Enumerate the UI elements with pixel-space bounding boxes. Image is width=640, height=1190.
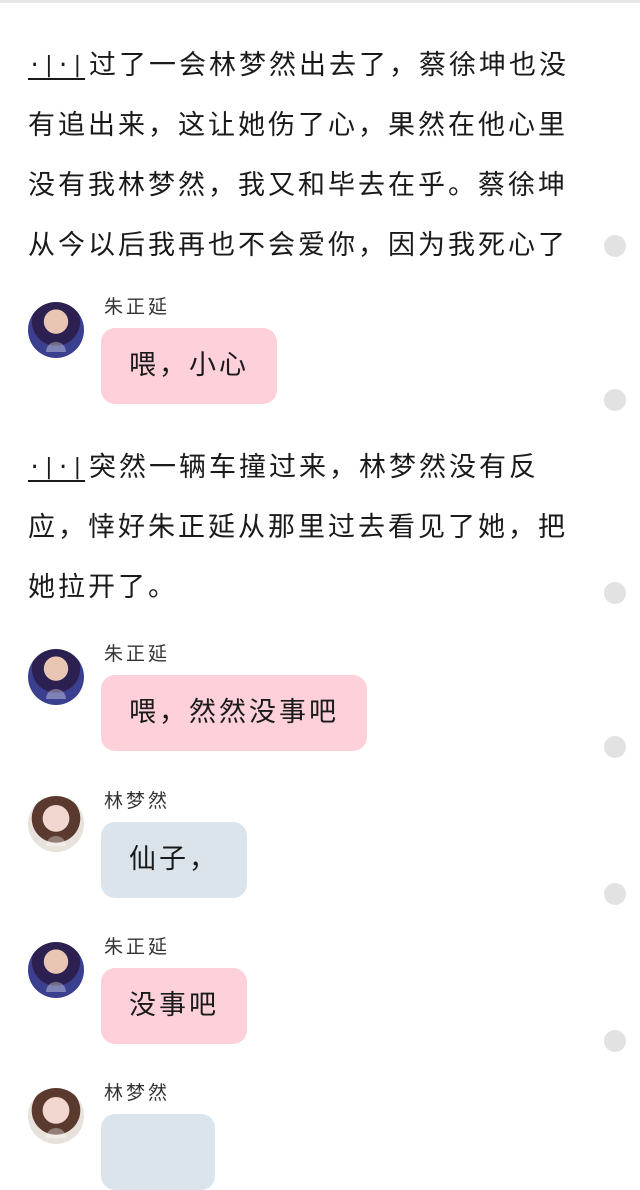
scroll-dot	[604, 736, 626, 758]
narration-paragraph: ·|·| 突然一辆车撞过来，林梦然没有反应，悻好朱正延从那里过去看见了她，把她拉开…	[28, 438, 578, 618]
top-divider	[0, 0, 640, 3]
zhu-avatar[interactable]	[28, 302, 84, 358]
narration-paragraph: ·|·| 过了一会林梦然出去了，蔡徐坤也没有追出来，这让她伤了心，果然在他心里没有…	[28, 36, 578, 276]
message-bubble[interactable]	[101, 1114, 215, 1190]
scene-marker: ·|·|	[28, 455, 85, 482]
lin-avatar[interactable]	[28, 796, 84, 852]
scroll-dot	[604, 1030, 626, 1052]
scene-marker: ·|·|	[28, 53, 85, 80]
message-bubble[interactable]: 没事吧	[101, 968, 247, 1044]
sender-name: 林梦然	[104, 790, 171, 812]
sender-name: 林梦然	[104, 1082, 171, 1104]
scroll-dot	[604, 235, 626, 257]
zhu-avatar[interactable]	[28, 649, 84, 705]
scroll-dot	[604, 389, 626, 411]
zhu-avatar[interactable]	[28, 942, 84, 998]
message-bubble[interactable]: 仙子，	[101, 822, 247, 898]
lin-avatar[interactable]	[28, 1088, 84, 1144]
sender-name: 朱正延	[104, 296, 171, 318]
message-bubble[interactable]: 喂，然然没事吧	[101, 675, 367, 751]
sender-name: 朱正延	[104, 643, 171, 665]
narration-text: 突然一辆车撞过来，林梦然没有反应，悻好朱正延从那里过去看见了她，把她拉开了。	[28, 452, 568, 603]
scroll-dot	[604, 883, 626, 905]
message-bubble[interactable]: 喂，小心	[101, 328, 277, 404]
narration-text: 过了一会林梦然出去了，蔡徐坤也没有追出来，这让她伤了心，果然在他心里没有我林梦然…	[28, 50, 569, 261]
sender-name: 朱正延	[104, 936, 171, 958]
scroll-dot	[604, 582, 626, 604]
